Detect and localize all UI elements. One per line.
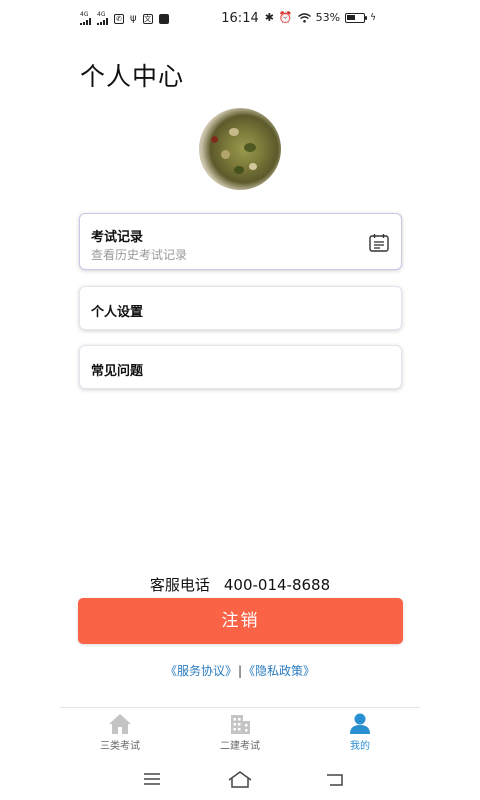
tab-mine[interactable]: 我的 xyxy=(320,713,400,752)
service-agreement-link[interactable]: 《服务协议》 xyxy=(165,664,237,678)
home-icon xyxy=(109,714,131,734)
charging-icon: ϟ xyxy=(370,12,376,23)
customer-service-label: 客服电话 xyxy=(149,576,210,594)
battery-percent: 53% xyxy=(315,11,341,24)
tab-category-three-exam[interactable]: 三类考试 xyxy=(80,713,160,752)
battery-icon xyxy=(345,12,368,23)
personal-settings-title: 个人设置 xyxy=(91,305,144,320)
bottom-tab-bar: 三类考试 二建考试 我的 xyxy=(60,707,420,759)
status-bar-right: ✱ ⏰ 53% ϟ xyxy=(265,11,376,24)
wifi-icon xyxy=(297,12,311,23)
customer-service-row: 客服电话 400-014-8688 xyxy=(0,574,480,595)
avatar[interactable] xyxy=(199,108,281,190)
tab-label: 二建考试 xyxy=(220,741,260,752)
faq-card[interactable]: 常见问题 xyxy=(79,345,402,389)
system-nav-bar xyxy=(0,764,480,800)
home-nav-icon[interactable] xyxy=(228,770,252,788)
building-icon xyxy=(231,715,250,734)
customer-service-phone[interactable]: 400-014-8688 xyxy=(224,576,330,594)
exam-records-subtitle: 查看历史考试记录 xyxy=(91,248,188,262)
alarm-icon: ⏰ xyxy=(278,11,293,24)
menu-icon[interactable] xyxy=(140,770,164,788)
bluetooth-icon: ✱ xyxy=(264,11,274,24)
page-title: 个人中心 xyxy=(80,62,185,91)
clock: 16:14 xyxy=(221,11,259,26)
logout-button[interactable]: 注销 xyxy=(78,598,403,644)
status-bar: 4G 4G ✆ ψ 文 16:14 ✱ ⏰ 53% ϟ xyxy=(0,0,480,40)
exam-records-title: 考试记录 xyxy=(91,230,144,245)
tab-second-construction-exam[interactable]: 二建考试 xyxy=(200,713,280,752)
agreements-row: 《服务协议》|《隐私政策》 xyxy=(0,662,480,679)
agreements-separator: | xyxy=(237,664,243,678)
personal-settings-card[interactable]: 个人设置 xyxy=(79,286,402,330)
back-icon[interactable] xyxy=(324,770,348,788)
faq-title: 常见问题 xyxy=(91,364,144,379)
tab-label: 三类考试 xyxy=(100,741,140,752)
calendar-icon xyxy=(369,234,389,252)
tab-label: 我的 xyxy=(350,741,370,752)
person-icon xyxy=(350,713,370,734)
battery-level xyxy=(347,14,356,20)
privacy-policy-link[interactable]: 《隐私政策》 xyxy=(243,664,315,678)
exam-records-card[interactable]: 考试记录 查看历史考试记录 xyxy=(79,213,402,270)
